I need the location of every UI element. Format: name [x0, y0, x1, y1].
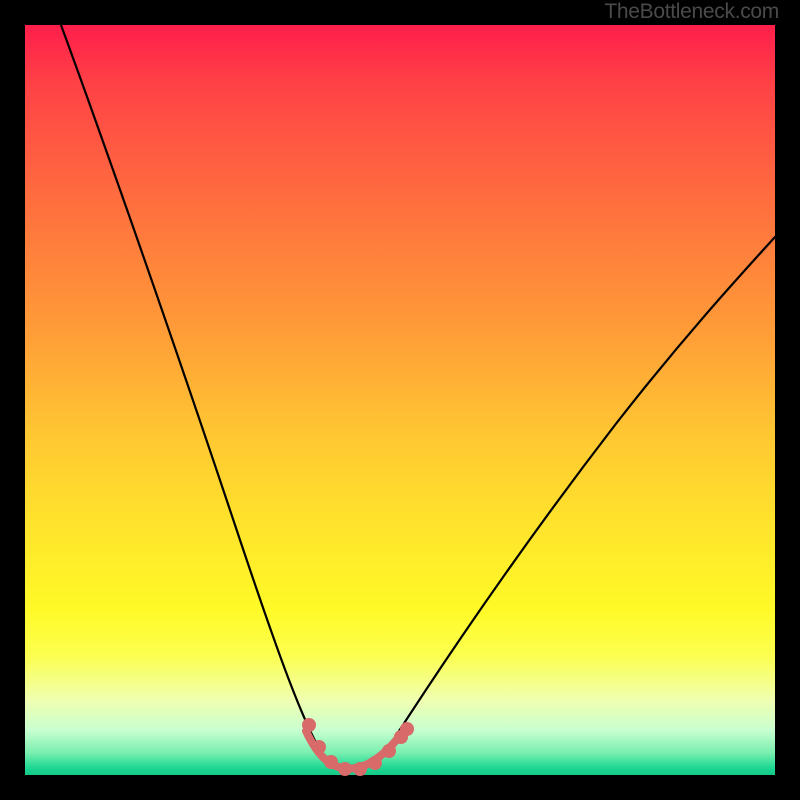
trough-dot — [312, 740, 326, 754]
trough-dot — [368, 756, 382, 770]
trough-dot — [324, 755, 338, 769]
trough-dot — [302, 718, 316, 732]
trough-dot — [338, 762, 352, 776]
bottleneck-curve — [61, 25, 775, 769]
chart-svg — [25, 25, 775, 775]
trough-dot — [400, 722, 414, 736]
trough-dot — [382, 744, 396, 758]
chart-frame: TheBottleneck.com — [25, 25, 775, 775]
trough-dot — [353, 762, 367, 776]
watermark-text: TheBottleneck.com — [604, 0, 779, 24]
